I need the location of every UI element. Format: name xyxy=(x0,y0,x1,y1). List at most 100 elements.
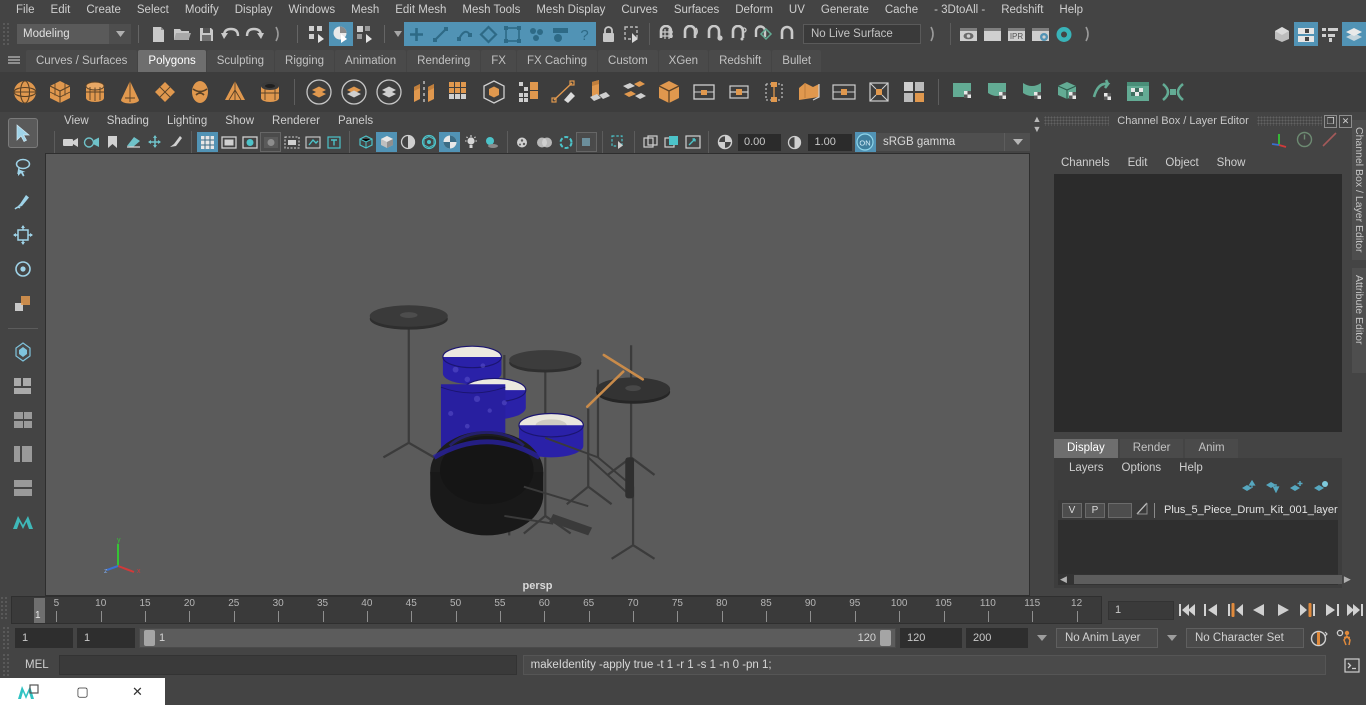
redo-icon[interactable] xyxy=(242,22,266,46)
open-scene-icon[interactable] xyxy=(170,22,194,46)
viewport-menu-lighting[interactable]: Lighting xyxy=(158,112,216,131)
ipr-render-icon[interactable]: IPR xyxy=(1004,22,1028,46)
menu-surfaces[interactable]: Surfaces xyxy=(666,0,727,20)
two-d-pan-zoom-icon[interactable] xyxy=(144,132,165,152)
shelf-tab-sculpting[interactable]: Sculpting xyxy=(206,50,275,72)
exposure-picker-icon[interactable] xyxy=(682,132,703,152)
layer-tab-anim[interactable]: Anim xyxy=(1185,439,1238,458)
menu-edit-mesh[interactable]: Edit Mesh xyxy=(387,0,454,20)
paint-select-tool[interactable] xyxy=(8,186,38,216)
layer-menu-layers[interactable]: Layers xyxy=(1060,462,1113,474)
transfer-attributes-icon[interactable] xyxy=(757,75,791,109)
depth-of-field-icon[interactable] xyxy=(576,132,597,152)
highlight-selection-mode-icon[interactable] xyxy=(620,22,644,46)
layer-scroll-left-arrow-icon[interactable]: ◀ xyxy=(1058,574,1069,585)
uv-relax-icon[interactable] xyxy=(1016,75,1050,109)
vertical-tab-channel-box[interactable]: Channel Box / Layer Editor xyxy=(1352,120,1366,260)
boolean-union-icon[interactable] xyxy=(302,75,336,109)
motion-blur-icon[interactable] xyxy=(534,132,555,152)
quick-layout-outliner-persp-icon[interactable] xyxy=(8,439,38,469)
uv-optimize-icon[interactable] xyxy=(981,75,1015,109)
shelf-tab-bullet[interactable]: Bullet xyxy=(772,50,822,72)
menu-generate[interactable]: Generate xyxy=(813,0,877,20)
step-forward-frame-icon[interactable] xyxy=(1296,599,1318,621)
current-frame-field[interactable]: 1 xyxy=(1108,600,1174,620)
shelf-tab-redshift[interactable]: Redshift xyxy=(709,50,772,72)
rotate-tool[interactable] xyxy=(8,254,38,284)
character-set-selector[interactable]: No Character Set xyxy=(1186,628,1304,648)
move-layer-up-icon[interactable] xyxy=(1241,479,1256,496)
status-line-collapse-3-icon[interactable] xyxy=(1076,22,1100,46)
mirror-icon[interactable] xyxy=(442,75,476,109)
channel-menu-edit[interactable]: Edit xyxy=(1119,157,1157,169)
maya-app-icon[interactable] xyxy=(0,678,55,705)
exposure-icon[interactable] xyxy=(714,132,735,152)
grease-pencil-icon[interactable] xyxy=(165,132,186,152)
quick-layout-single-perspective-icon[interactable] xyxy=(8,405,38,435)
snap-to-point-icon[interactable] xyxy=(703,22,727,46)
status-line-collapse-icon[interactable] xyxy=(266,22,290,46)
menu-set-dropdown-arrow[interactable] xyxy=(109,24,131,44)
menu-modify[interactable]: Modify xyxy=(177,0,227,20)
channel-menu-channels[interactable]: Channels xyxy=(1052,157,1119,169)
shelf-tab-animation[interactable]: Animation xyxy=(335,50,407,72)
layer-scroll-thumb[interactable] xyxy=(1073,575,1342,584)
film-gate-mask-icon[interactable] xyxy=(281,132,302,152)
poly-pipe-icon[interactable] xyxy=(253,75,287,109)
vertical-tab-attribute-editor[interactable]: Attribute Editor xyxy=(1352,268,1366,373)
animation-start-field[interactable]: 1 xyxy=(15,628,73,648)
panel-grip-left[interactable] xyxy=(1044,116,1110,126)
use-all-lights-icon[interactable] xyxy=(460,132,481,152)
range-right-handle[interactable] xyxy=(880,630,891,646)
layer-visibility-toggle[interactable]: V xyxy=(1062,502,1082,518)
shelf-tab-curves-surfaces[interactable]: Curves / Surfaces xyxy=(26,50,138,72)
go-to-start-icon[interactable] xyxy=(1176,599,1198,621)
layer-list[interactable]: V P Plus_5_Piece_Drum_Kit_001_layer xyxy=(1058,500,1338,574)
move-tool[interactable] xyxy=(8,220,38,250)
smooth-shade-all-icon[interactable] xyxy=(376,132,397,152)
menu-mesh[interactable]: Mesh xyxy=(343,0,387,20)
component-mask-arrow-icon[interactable] xyxy=(392,22,404,46)
select-faces-icon[interactable] xyxy=(476,22,500,46)
menu-mesh-tools[interactable]: Mesh Tools xyxy=(454,0,528,20)
go-to-end-icon[interactable] xyxy=(1344,599,1366,621)
shelf-tab-fx[interactable]: FX xyxy=(481,50,516,72)
create-new-layer-icon[interactable] xyxy=(1289,480,1304,496)
poly-cone-icon[interactable] xyxy=(113,75,147,109)
menu-windows[interactable]: Windows xyxy=(280,0,343,20)
shelf-menu-icon[interactable] xyxy=(2,48,26,72)
xray-icon[interactable] xyxy=(302,132,323,152)
menu-uv[interactable]: UV xyxy=(781,0,813,20)
menu-mesh-display[interactable]: Mesh Display xyxy=(528,0,613,20)
image-plane-icon[interactable] xyxy=(123,132,144,152)
screen-space-ao-icon[interactable] xyxy=(513,132,534,152)
menu-cache[interactable]: Cache xyxy=(877,0,926,20)
viewport-menu-renderer[interactable]: Renderer xyxy=(263,112,329,131)
poly-cube-icon[interactable] xyxy=(43,75,77,109)
select-by-hierarchy-icon[interactable] xyxy=(305,22,329,46)
menu-help[interactable]: Help xyxy=(1051,0,1091,20)
select-help-icon[interactable]: ? xyxy=(572,22,596,46)
poly-sphere-icon[interactable] xyxy=(8,75,42,109)
viewport-menu-view[interactable]: View xyxy=(55,112,98,131)
menu-select[interactable]: Select xyxy=(129,0,177,20)
combine-icon[interactable] xyxy=(407,75,441,109)
mesh-display-icon[interactable] xyxy=(652,75,686,109)
isolate-select-icon[interactable] xyxy=(608,132,629,152)
gamma-field[interactable]: 1.00 xyxy=(808,133,852,151)
select-by-object-icon[interactable] xyxy=(329,22,353,46)
select-camera-icon[interactable] xyxy=(60,132,81,152)
quick-layout-hypershade-icon[interactable] xyxy=(8,473,38,503)
command-line-grip[interactable] xyxy=(2,653,11,677)
hypershade-icon[interactable] xyxy=(1052,22,1076,46)
shelf-tab-rendering[interactable]: Rendering xyxy=(407,50,481,72)
poly-pyramid-icon[interactable] xyxy=(218,75,252,109)
make-live-icon[interactable] xyxy=(775,22,799,46)
speed-dial-icon[interactable] xyxy=(1296,131,1313,151)
render-current-frame-icon[interactable] xyxy=(956,22,980,46)
channel-menu-show[interactable]: Show xyxy=(1208,157,1255,169)
character-set-dropdown-arrow[interactable] xyxy=(1167,635,1177,641)
uv-editor-icon[interactable] xyxy=(792,75,826,109)
viewport-menu-panels[interactable]: Panels xyxy=(329,112,382,131)
select-uvs-icon[interactable] xyxy=(500,22,524,46)
